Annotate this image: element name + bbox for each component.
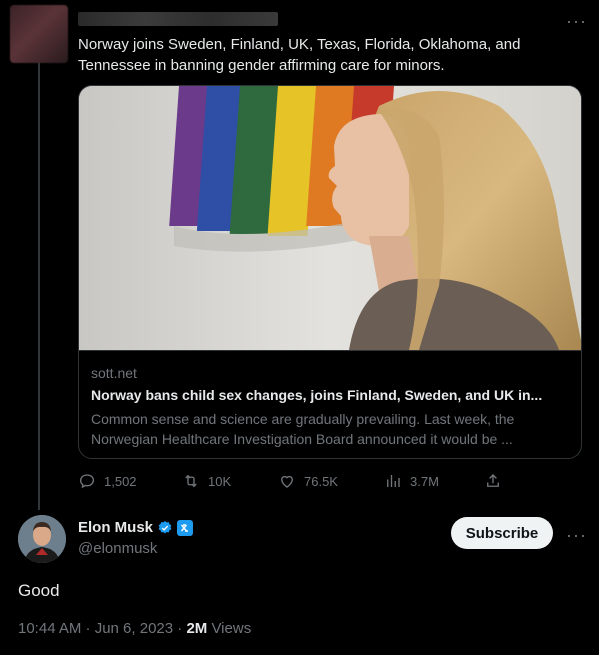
avatar-portrait <box>18 515 66 563</box>
card-domain: sott.net <box>91 365 137 381</box>
avatar[interactable] <box>18 515 66 563</box>
reply-icon <box>79 474 95 489</box>
author-name: Elon Musk <box>78 519 154 536</box>
share-icon <box>487 474 499 487</box>
card-image <box>79 86 581 350</box>
subscribe-button[interactable]: Subscribe <box>451 517 553 549</box>
tweet-text: Good <box>18 581 60 600</box>
card-title: Norway bans child sex changes, joins Fin… <box>91 387 543 403</box>
more-options-icon[interactable]: ··· <box>566 526 587 544</box>
thread-connector-line <box>38 62 40 510</box>
x-affiliate-badge-icon[interactable] <box>177 519 194 536</box>
tweet-actions-bar: 1,502 10K 76.5K 3.7M <box>78 472 508 492</box>
card-photo-illustration <box>79 86 581 350</box>
views-label: Views <box>207 620 252 637</box>
views-button[interactable]: 3.7M <box>384 472 439 490</box>
views-total: 2M <box>186 620 208 637</box>
author-name-row[interactable]: Elon Musk <box>78 519 194 536</box>
card-meta: sott.net Norway bans child sex changes, … <box>79 350 581 458</box>
reply-button[interactable]: 1,502 <box>78 472 137 490</box>
views-count: 3.7M <box>410 473 439 489</box>
repost-count: 10K <box>208 473 232 489</box>
share-button[interactable] <box>484 472 502 490</box>
parent-tweet-text: Norway joins Sweden, Finland, UK, Texas,… <box>78 36 521 74</box>
card-description: Common sense and science are gradually p… <box>91 411 515 447</box>
heart-icon <box>281 475 293 488</box>
repost-button[interactable]: 10K <box>182 472 231 490</box>
link-card[interactable]: sott.net Norway bans child sex changes, … <box>78 85 582 459</box>
analytics-icon <box>387 475 400 487</box>
verified-badge-icon[interactable] <box>157 520 173 536</box>
repost-icon <box>185 474 197 488</box>
tweet-timestamp[interactable]: 10:44 AM · Jun 6, 2023 · <box>18 620 186 637</box>
tweet-timestamp-row: 10:44 AM · Jun 6, 2023 · 2M Views <box>18 620 251 637</box>
parent-more-icon[interactable]: ··· <box>566 12 587 30</box>
parent-avatar-blurred[interactable] <box>10 5 68 63</box>
like-count: 76.5K <box>304 473 338 489</box>
author-handle[interactable]: @elonmusk <box>78 540 157 557</box>
reply-count: 1,502 <box>104 473 137 489</box>
like-button[interactable]: 76.5K <box>278 472 338 490</box>
parent-author-redacted <box>78 12 278 26</box>
